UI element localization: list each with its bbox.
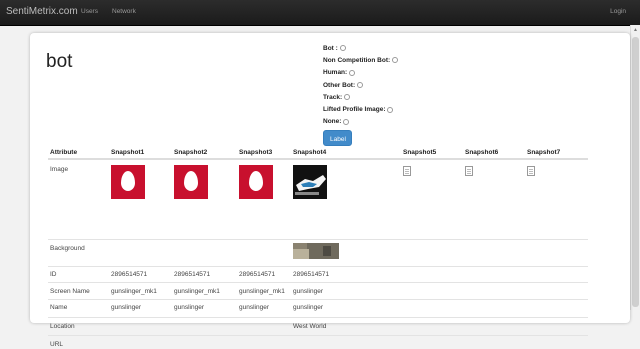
- broken-image-icon: [403, 166, 411, 176]
- table-row-name: Name gunslinger gunslinger gunslinger gu…: [48, 299, 588, 318]
- table-header-row: Attribute Snapshot1 Snapshot2 Snapshot3 …: [48, 145, 588, 160]
- radio-label: Other Bot:: [323, 81, 356, 89]
- header-attribute: Attribute: [50, 149, 78, 156]
- background-image-snapshot4[interactable]: [293, 243, 339, 259]
- radio-label: None:: [323, 118, 342, 126]
- radio-button[interactable]: [339, 45, 346, 52]
- table-cell: 2896514571: [239, 271, 276, 278]
- radio-button[interactable]: [387, 106, 394, 113]
- header-snapshot7: Snapshot7: [527, 149, 561, 156]
- radio-button[interactable]: [392, 57, 399, 64]
- page-title: bot: [46, 51, 73, 72]
- table-cell: gunslinger: [293, 288, 323, 295]
- table-cell: gunslinger_mk1: [239, 288, 285, 295]
- table-cell: gunslinger_mk1: [111, 288, 157, 295]
- table-cell: West World: [293, 323, 327, 330]
- table-row-screen-name: Screen Name gunslinger_mk1 gunslinger_mk…: [48, 282, 588, 300]
- radio-option-human[interactable]: Human:: [323, 67, 398, 79]
- radio-option-other-bot[interactable]: Other Bot:: [323, 79, 398, 91]
- page-scrollbar[interactable]: ▲: [630, 25, 640, 310]
- radio-option-bot[interactable]: Bot :: [323, 42, 398, 54]
- radio-option-lifted-profile-image[interactable]: Lifted Profile Image:: [323, 103, 398, 115]
- radio-option-track[interactable]: Track:: [323, 91, 398, 103]
- radio-label: Non Competition Bot:: [323, 56, 391, 64]
- table-cell: 2896514571: [293, 271, 330, 278]
- table-cell: 2896514571: [111, 271, 148, 278]
- egg-icon: [249, 171, 263, 191]
- attribute-label: Image: [50, 166, 69, 173]
- radio-button[interactable]: [349, 69, 356, 76]
- radio-label: Lifted Profile Image:: [323, 106, 386, 114]
- radio-button[interactable]: [344, 94, 351, 101]
- table-row-image: Image: [48, 161, 588, 204]
- header-snapshot3: Snapshot3: [239, 149, 273, 156]
- attribute-label: Name: [50, 304, 68, 311]
- header-snapshot5: Snapshot5: [403, 149, 437, 156]
- profile-image-snapshot3[interactable]: [239, 165, 273, 199]
- label-radio-group: Bot : Non Competition Bot: Human: Other …: [323, 42, 399, 128]
- profile-image-snapshot2[interactable]: [174, 165, 208, 199]
- header-snapshot6: Snapshot6: [465, 149, 499, 156]
- attribute-label: ID: [50, 271, 57, 278]
- radio-button[interactable]: [357, 82, 364, 89]
- table-row-id: ID 2896514571 2896514571 2896514571 2896…: [48, 266, 588, 283]
- nav-link-users[interactable]: Users: [81, 8, 98, 15]
- table-row-location: Location West World: [48, 317, 588, 336]
- table-cell: 2896514571: [174, 271, 211, 278]
- broken-image-icon: [465, 166, 473, 176]
- table-cell: gunslinger_mk1: [174, 288, 220, 295]
- table-cell: gunslinger: [174, 304, 204, 311]
- top-navbar: SentiMetrix.com Users Network Login: [0, 0, 640, 26]
- attribute-label: Location: [50, 323, 75, 330]
- attribute-label: Screen Name: [50, 288, 90, 295]
- scroll-thumb[interactable]: [632, 37, 639, 307]
- radio-label: Human:: [323, 69, 348, 77]
- content-panel: bot Bot : Non Competition Bot: Human: Ot…: [30, 33, 630, 348]
- brand-logo[interactable]: SentiMetrix.com: [6, 6, 78, 17]
- radio-option-none[interactable]: None:: [323, 116, 398, 128]
- broken-image-icon: [527, 166, 535, 176]
- table-cell: gunslinger: [239, 304, 269, 311]
- table-row-background: Background: [48, 239, 588, 267]
- scroll-up-icon[interactable]: ▲: [632, 27, 639, 34]
- table-row-url: URL: [48, 335, 588, 348]
- label-button[interactable]: Label: [323, 130, 352, 146]
- radio-label: Bot :: [323, 44, 338, 52]
- radio-option-non-competition-bot[interactable]: Non Competition Bot:: [323, 54, 399, 66]
- table-cell: gunslinger: [293, 304, 323, 311]
- header-snapshot1: Snapshot1: [111, 149, 145, 156]
- radio-label: Track:: [323, 93, 343, 101]
- table-cell: gunslinger: [111, 304, 141, 311]
- header-snapshot4: Snapshot4: [293, 149, 327, 156]
- login-link[interactable]: Login: [610, 8, 626, 15]
- profile-image-snapshot4[interactable]: [293, 165, 327, 199]
- profile-image-snapshot1[interactable]: [111, 165, 145, 199]
- attribute-label: Background: [50, 245, 85, 252]
- header-snapshot2: Snapshot2: [174, 149, 208, 156]
- attribute-label: URL: [50, 341, 64, 348]
- radio-button[interactable]: [343, 118, 350, 125]
- egg-icon: [121, 171, 135, 191]
- egg-icon: [184, 171, 198, 191]
- nav-link-network[interactable]: Network: [112, 8, 136, 15]
